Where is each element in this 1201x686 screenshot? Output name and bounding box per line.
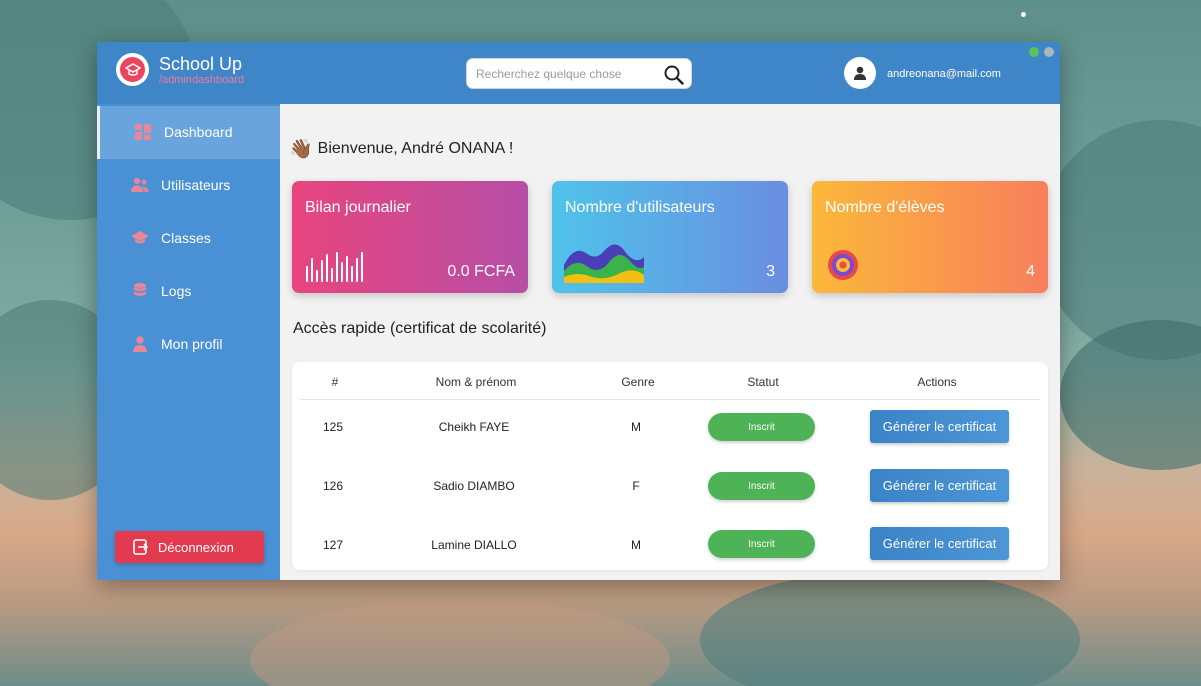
logout-button[interactable]: Déconnexion	[115, 531, 264, 563]
sidebar-item-label: Classes	[161, 230, 211, 246]
column-header: Genre	[621, 375, 655, 389]
certificate-table: # Nom & prénom Genre Statut Actions 125 …	[292, 362, 1048, 570]
app-subtitle: /admindashboard	[159, 74, 245, 86]
card-value: 0.0 FCFA	[447, 263, 515, 280]
top-bar: School Up /admindashboard andreonana@mai…	[97, 42, 1060, 104]
star-decoration	[1021, 12, 1026, 17]
column-header: Actions	[917, 375, 957, 389]
cell-id: 126	[322, 479, 344, 493]
sidebar-item-utilisateurs[interactable]: Utilisateurs	[97, 159, 280, 212]
app-title: School Up	[159, 54, 243, 74]
sidebar-item-logs[interactable]: Logs	[97, 265, 280, 318]
welcome-text: Bienvenue, André ONANA !	[317, 140, 514, 157]
generate-certificate-button[interactable]: Générer le certificat	[870, 527, 1009, 560]
sidebar-item-classes[interactable]: Classes	[97, 212, 280, 265]
search-box	[466, 58, 692, 89]
card-value: 4	[1026, 263, 1035, 280]
minimize-button[interactable]	[1029, 47, 1039, 57]
cell-name: Cheikh FAYE	[438, 420, 510, 434]
user-icon	[853, 66, 867, 80]
status-badge: Inscrit	[708, 472, 815, 500]
card-title: Bilan journalier	[305, 199, 411, 216]
stat-card-utilisateurs: Nombre d'utilisateurs 3	[552, 181, 788, 293]
waving-hand-icon: 👋🏾	[289, 139, 313, 160]
search-icon[interactable]	[663, 64, 685, 86]
status-badge: Inscrit	[708, 530, 815, 558]
sidebar-item-label: Logs	[161, 283, 192, 299]
stat-card-bilan: Bilan journalier 0.0 FCFA	[292, 181, 528, 293]
area-chart-icon	[564, 244, 644, 283]
database-icon	[134, 283, 146, 296]
app-logo	[116, 53, 149, 86]
card-title: Nombre d'élèves	[825, 199, 945, 216]
column-header: Statut	[747, 375, 779, 389]
search-input[interactable]	[476, 65, 656, 83]
column-header: Nom & prénom	[435, 375, 517, 389]
sidebar-item-label: Utilisateurs	[161, 177, 231, 193]
graduation-cap-icon	[124, 62, 141, 76]
graduation-cap-icon	[131, 231, 149, 244]
cell-gender: M	[631, 420, 641, 434]
cell-id: 127	[322, 538, 344, 552]
generate-certificate-button[interactable]: Générer le certificat	[870, 410, 1009, 443]
sidebar-item-label: Dashboard	[164, 124, 233, 140]
close-button[interactable]	[1044, 47, 1054, 57]
status-badge: Inscrit	[708, 413, 815, 441]
avatar[interactable]	[844, 57, 876, 89]
dashboard-icon	[135, 124, 151, 140]
target-icon	[828, 250, 858, 280]
header-divider	[300, 399, 1040, 400]
user-email: andreonana@mail.com	[887, 68, 1001, 80]
main-content: 👋🏾 Bienvenue, André ONANA ! Bilan journa…	[280, 104, 1060, 580]
section-title: Accès rapide (certificat de scolarité)	[293, 320, 547, 337]
column-header: #	[331, 375, 339, 389]
users-icon	[131, 177, 149, 192]
cell-gender: M	[631, 538, 641, 552]
bars-chart-icon	[306, 252, 363, 282]
sidebar: Dashboard Utilisateurs Classes Logs Mon …	[97, 104, 280, 580]
welcome-message: 👋🏾 Bienvenue, André ONANA !	[289, 137, 513, 161]
logout-label: Déconnexion	[158, 540, 234, 555]
cell-id: 125	[322, 420, 344, 434]
cell-name: Lamine DIALLO	[431, 538, 517, 552]
generate-certificate-button[interactable]: Générer le certificat	[870, 469, 1009, 502]
app-window: School Up /admindashboard andreonana@mai…	[97, 42, 1060, 580]
stat-card-eleves: Nombre d'élèves 4	[812, 181, 1048, 293]
sidebar-item-mon-profil[interactable]: Mon profil	[97, 318, 280, 371]
card-title: Nombre d'utilisateurs	[565, 199, 715, 216]
user-icon	[133, 336, 147, 352]
sidebar-item-label: Mon profil	[161, 336, 223, 352]
logout-icon	[133, 539, 149, 555]
cell-gender: F	[632, 479, 640, 493]
cell-name: Sadio DIAMBO	[433, 479, 515, 493]
sidebar-item-dashboard[interactable]: Dashboard	[97, 106, 280, 159]
card-value: 3	[766, 263, 775, 280]
